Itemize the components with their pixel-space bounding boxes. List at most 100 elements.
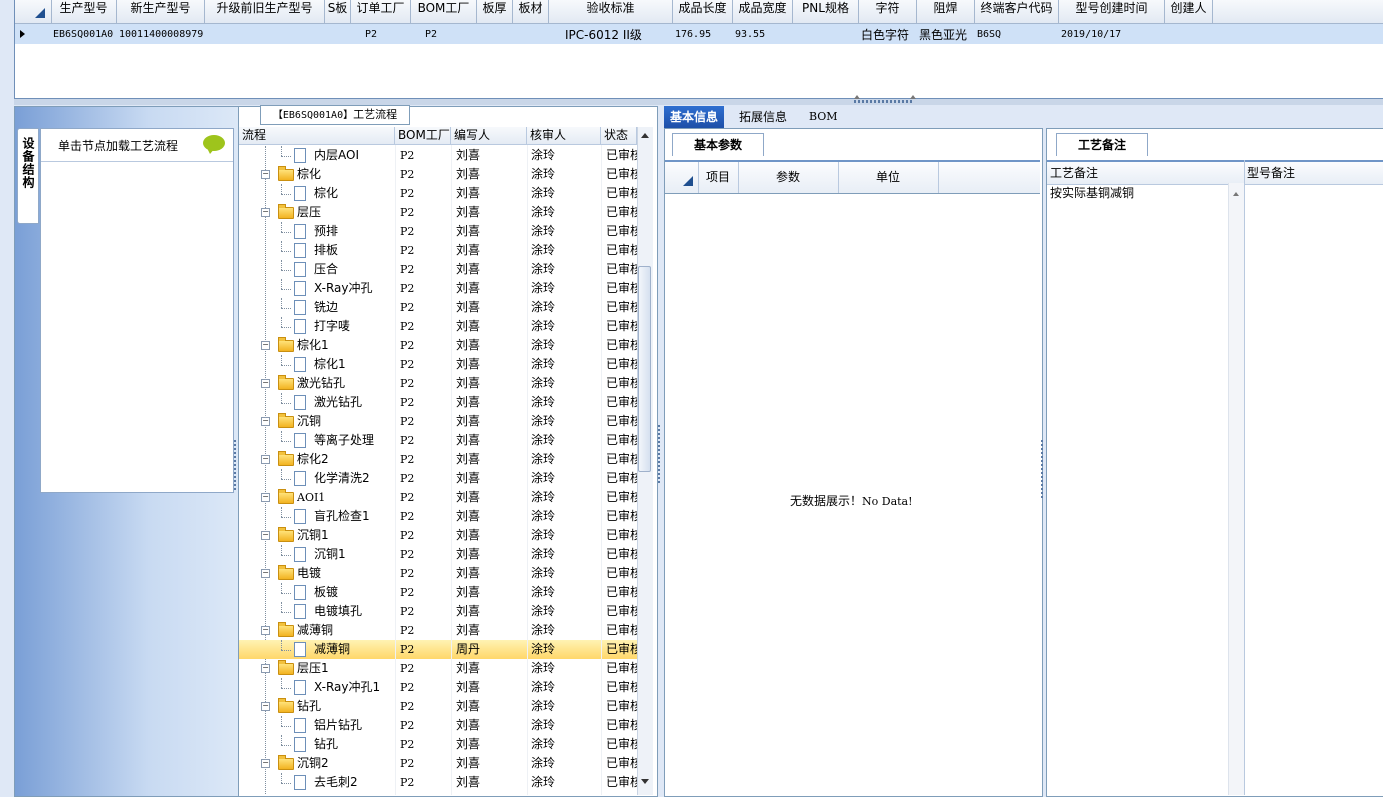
collapse-icon[interactable]: −: [261, 531, 270, 540]
flow-name-cell[interactable]: 内层AOI: [314, 146, 394, 165]
flow-reviewer-cell[interactable]: 涂玲: [531, 735, 601, 754]
flow-status-cell[interactable]: 已审核: [606, 222, 637, 241]
flow-factory-cell[interactable]: P2: [400, 450, 450, 469]
flow-name-cell[interactable]: 层压1: [297, 659, 377, 678]
flow-row[interactable]: 压合 P2 刘喜 涂玲 已审核: [239, 260, 637, 279]
flow-factory-cell[interactable]: P2: [400, 203, 450, 222]
flow-status-cell[interactable]: 已审核: [606, 241, 637, 260]
flow-factory-cell[interactable]: P2: [400, 260, 450, 279]
flow-reviewer-cell[interactable]: 涂玲: [531, 165, 601, 184]
flow-name-cell[interactable]: 沉铜2: [297, 754, 377, 773]
flow-row[interactable]: 等离子处理 P2 刘喜 涂玲 已审核: [239, 431, 637, 450]
flow-factory-cell[interactable]: P2: [400, 165, 450, 184]
flow-author-cell[interactable]: 刘喜: [456, 469, 526, 488]
flow-name-cell[interactable]: 沉铜1: [314, 545, 394, 564]
flow-author-cell[interactable]: 刘喜: [456, 203, 526, 222]
speech-bubble-icon[interactable]: [203, 135, 225, 154]
flow-factory-cell[interactable]: P2: [400, 184, 450, 203]
flow-author-cell[interactable]: 刘喜: [456, 716, 526, 735]
cell[interactable]: IPC-6012 II级: [565, 24, 686, 44]
cell[interactable]: [795, 24, 858, 44]
flow-reviewer-cell[interactable]: 涂玲: [531, 279, 601, 298]
flow-row[interactable]: 激光钻孔 P2 刘喜 涂玲 已审核: [239, 393, 637, 412]
flow-name-cell[interactable]: 激光钻孔: [314, 393, 394, 412]
flow-author-cell[interactable]: 刘喜: [456, 678, 526, 697]
cell[interactable]: 2019/10/17: [1061, 24, 1164, 44]
flow-name-cell[interactable]: 钻孔: [297, 697, 377, 716]
collapse-icon[interactable]: −: [261, 759, 270, 768]
column-header[interactable]: 生产型号: [51, 0, 117, 23]
flow-row[interactable]: − 层压1 P2 刘喜 涂玲 已审核: [239, 659, 637, 678]
flow-row[interactable]: X-Ray冲孔1 P2 刘喜 涂玲 已审核: [239, 678, 637, 697]
flow-name-cell[interactable]: 等离子处理: [314, 431, 394, 450]
flow-factory-cell[interactable]: P2: [400, 336, 450, 355]
flow-row[interactable]: − 钻孔 P2 刘喜 涂玲 已审核: [239, 697, 637, 716]
product-row[interactable]: EB6SQ001A0 10011400008979 P2 P2 IPC-6012 II级…: [15, 24, 1383, 44]
horizontal-splitter[interactable]: [14, 95, 1383, 105]
flow-status-cell[interactable]: 已审核: [606, 735, 637, 754]
flow-name-cell[interactable]: 棕化1: [314, 355, 394, 374]
flow-row[interactable]: 钻孔 P2 刘喜 涂玲 已审核: [239, 735, 637, 754]
flow-status-cell[interactable]: 已审核: [606, 146, 637, 165]
flow-status-cell[interactable]: 已审核: [606, 165, 637, 184]
flow-author-cell[interactable]: 刘喜: [456, 735, 526, 754]
flow-name-cell[interactable]: 铝片钻孔: [314, 716, 394, 735]
flow-name-cell[interactable]: 电镀填孔: [314, 602, 394, 621]
flow-name-cell[interactable]: 减薄铜: [314, 640, 394, 659]
flow-reviewer-cell[interactable]: 涂玲: [531, 507, 601, 526]
flow-status-cell[interactable]: 已审核: [606, 469, 637, 488]
flow-author-cell[interactable]: 刘喜: [456, 146, 526, 165]
tab-extended-info[interactable]: 拓展信息: [733, 106, 793, 128]
flow-author-cell[interactable]: 刘喜: [456, 697, 526, 716]
flow-reviewer-cell[interactable]: 涂玲: [531, 526, 601, 545]
flow-reviewer-cell[interactable]: 涂玲: [531, 640, 601, 659]
flow-reviewer-cell[interactable]: 涂玲: [531, 374, 601, 393]
flow-reviewer-cell[interactable]: 涂玲: [531, 583, 601, 602]
col-param[interactable]: 参数: [738, 162, 839, 193]
flow-name-cell[interactable]: 沉铜: [297, 412, 377, 431]
collapse-icon[interactable]: −: [261, 493, 270, 502]
flow-name-cell[interactable]: 板镀: [314, 583, 394, 602]
flow-factory-cell[interactable]: P2: [400, 374, 450, 393]
col-unit[interactable]: 单位: [838, 162, 939, 193]
cell[interactable]: 93.55: [735, 24, 792, 44]
flow-reviewer-cell[interactable]: 涂玲: [531, 697, 601, 716]
flow-status-cell[interactable]: 已审核: [606, 336, 637, 355]
flow-factory-cell[interactable]: P2: [400, 146, 450, 165]
flow-factory-cell[interactable]: P2: [400, 583, 450, 602]
flow-author-cell[interactable]: 刘喜: [456, 393, 526, 412]
flow-status-cell[interactable]: 已审核: [606, 583, 637, 602]
flow-row[interactable]: 内层AOI P2 刘喜 涂玲 已审核: [239, 146, 637, 165]
select-all-corner[interactable]: [35, 8, 45, 18]
flow-reviewer-cell[interactable]: 涂玲: [531, 621, 601, 640]
flow-column-header[interactable]: 编写人: [451, 127, 527, 145]
flow-status-cell[interactable]: 已审核: [606, 621, 637, 640]
cell[interactable]: [479, 24, 512, 44]
flow-reviewer-cell[interactable]: 涂玲: [531, 659, 601, 678]
flow-reviewer-cell[interactable]: 涂玲: [531, 545, 601, 564]
flow-reviewer-cell[interactable]: 涂玲: [531, 336, 601, 355]
collapse-icon[interactable]: −: [261, 569, 270, 578]
flow-row[interactable]: − 棕化2 P2 刘喜 涂玲 已审核: [239, 450, 637, 469]
flow-row[interactable]: 打字唛 P2 刘喜 涂玲 已审核: [239, 317, 637, 336]
column-header[interactable]: 升级前旧生产型号: [205, 0, 325, 23]
flow-status-cell[interactable]: 已审核: [606, 640, 637, 659]
column-header[interactable]: 验收标准: [549, 0, 673, 23]
flow-author-cell[interactable]: 刘喜: [456, 450, 526, 469]
flow-factory-cell[interactable]: P2: [400, 222, 450, 241]
flow-status-cell[interactable]: 已审核: [606, 260, 637, 279]
flow-author-cell[interactable]: 刘喜: [456, 621, 526, 640]
cell[interactable]: 10011400008979: [119, 24, 204, 44]
flow-factory-cell[interactable]: P2: [400, 640, 450, 659]
flow-name-cell[interactable]: 去毛刺2: [314, 773, 394, 792]
flow-status-cell[interactable]: 已审核: [606, 545, 637, 564]
flow-reviewer-cell[interactable]: 涂玲: [531, 754, 601, 773]
column-header[interactable]: 成品长度: [673, 0, 733, 23]
flow-reviewer-cell[interactable]: 涂玲: [531, 260, 601, 279]
flow-factory-cell[interactable]: P2: [400, 298, 450, 317]
flow-reviewer-cell[interactable]: 涂玲: [531, 393, 601, 412]
flow-status-cell[interactable]: 已审核: [606, 659, 637, 678]
flow-status-cell[interactable]: 已审核: [606, 488, 637, 507]
left-splitter-grip[interactable]: [234, 440, 236, 490]
flow-name-cell[interactable]: X-Ray冲孔1: [314, 678, 394, 697]
